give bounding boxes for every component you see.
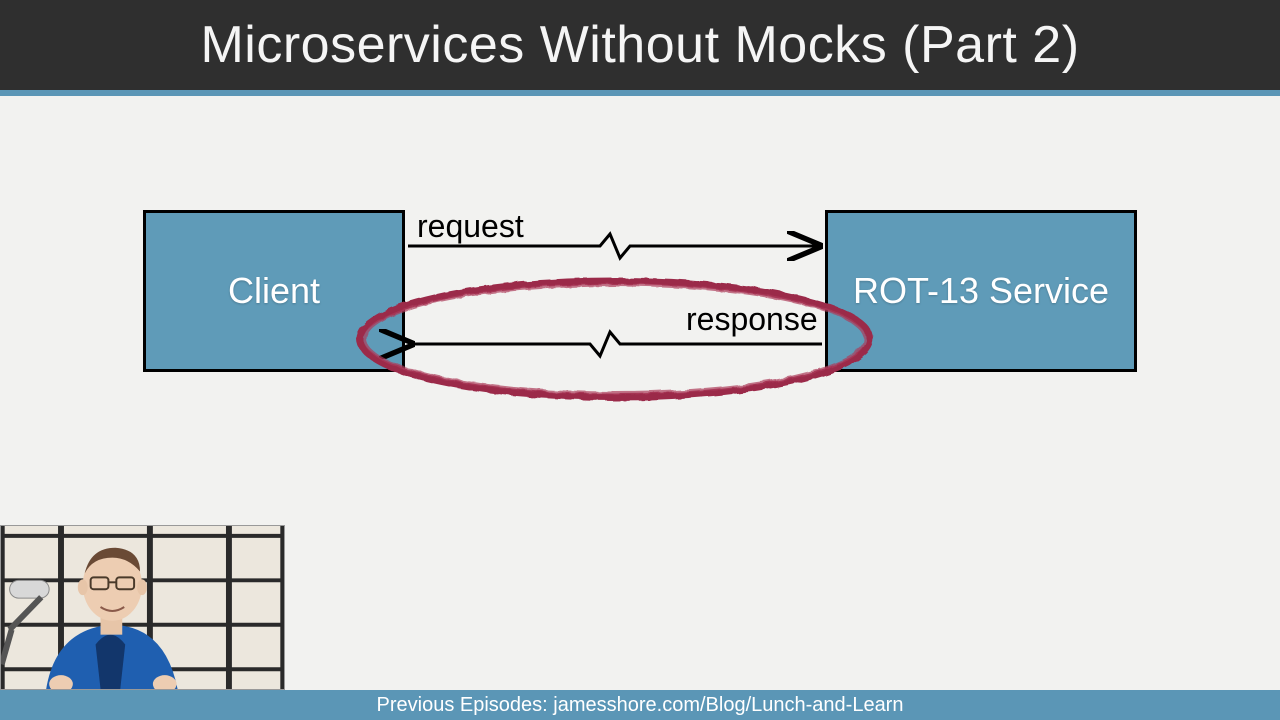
slide-title: Microservices Without Mocks (Part 2) <box>200 15 1079 75</box>
slide-footer: Previous Episodes: jamesshore.com/Blog/L… <box>0 690 1280 720</box>
response-label: response <box>686 301 818 338</box>
client-box-label: Client <box>228 270 320 312</box>
request-label: request <box>417 208 524 245</box>
service-box: ROT-13 Service <box>825 210 1137 372</box>
presenter-webcam <box>0 525 285 690</box>
service-box-label: ROT-13 Service <box>853 270 1109 312</box>
footer-text: Previous Episodes: jamesshore.com/Blog/L… <box>377 694 904 717</box>
client-box: Client <box>143 210 405 372</box>
slide-header: Microservices Without Mocks (Part 2) <box>0 0 1280 90</box>
highlight-circle <box>360 281 870 397</box>
